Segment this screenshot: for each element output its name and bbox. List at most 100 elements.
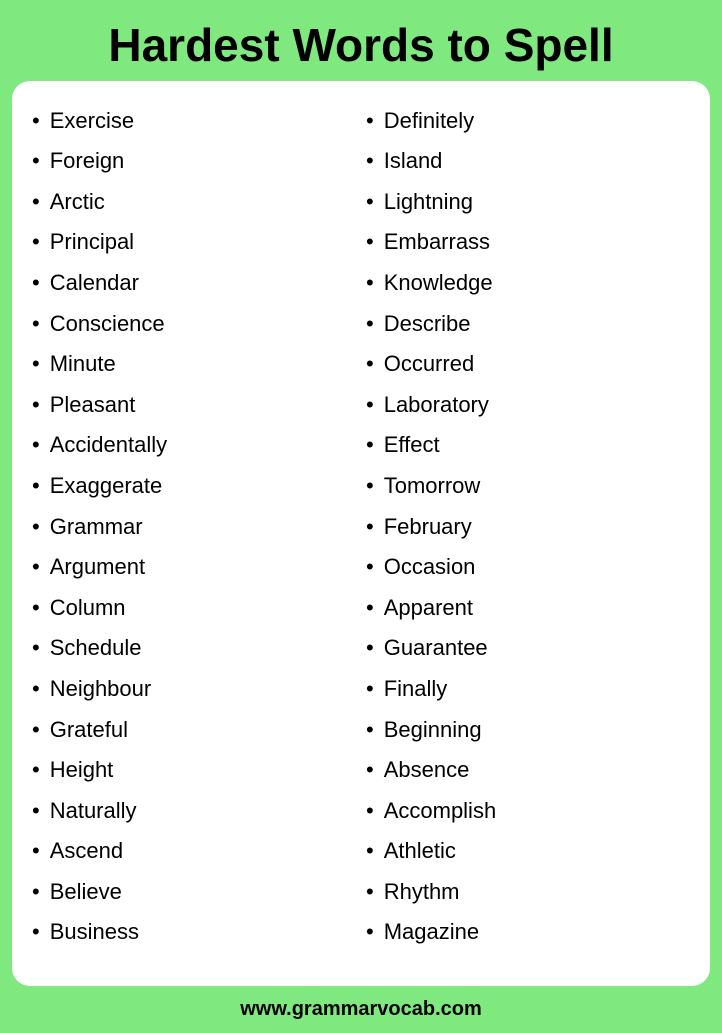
word-text: Schedule bbox=[50, 634, 142, 663]
bullet-icon: • bbox=[32, 431, 40, 460]
word-text: Pleasant bbox=[50, 391, 136, 420]
bullet-icon: • bbox=[366, 594, 374, 623]
page-header: Hardest Words to Spell bbox=[0, 0, 722, 81]
word-text: Calendar bbox=[50, 269, 139, 298]
list-item: •Grammar bbox=[32, 507, 356, 548]
list-item: • Describe bbox=[366, 304, 690, 345]
list-item: • Beginning bbox=[366, 710, 690, 751]
word-text: Believe bbox=[50, 878, 122, 907]
word-text: Island bbox=[384, 147, 443, 176]
list-item: •Lightning bbox=[366, 182, 690, 223]
word-text: Guarantee bbox=[384, 634, 488, 663]
word-text: February bbox=[384, 513, 472, 542]
word-text: Exercise bbox=[50, 107, 134, 136]
list-item: •Accomplish bbox=[366, 791, 690, 832]
bullet-icon: • bbox=[366, 431, 374, 460]
word-text: Grammar bbox=[50, 513, 143, 542]
word-text: Effect bbox=[384, 431, 440, 460]
list-item: • Ascend bbox=[32, 831, 356, 872]
page-footer: www.grammarvocab.com bbox=[0, 986, 722, 1033]
bullet-icon: • bbox=[366, 553, 374, 582]
bullet-icon: • bbox=[32, 634, 40, 663]
word-text: Neighbour bbox=[50, 675, 152, 704]
bullet-icon: • bbox=[32, 147, 40, 176]
bullet-icon: • bbox=[366, 918, 374, 947]
list-item: • Naturally bbox=[32, 791, 356, 832]
list-item: •Exaggerate bbox=[32, 466, 356, 507]
list-item: • Accidentally bbox=[32, 425, 356, 466]
word-text: Column bbox=[50, 594, 126, 623]
bullet-icon: • bbox=[32, 837, 40, 866]
word-text: Knowledge bbox=[384, 269, 493, 298]
bullet-icon: • bbox=[366, 716, 374, 745]
word-text: Absence bbox=[384, 756, 470, 785]
content-area: •Exercise•Foreign•Arctic•Principal•Calen… bbox=[12, 81, 710, 986]
list-item: •Conscience bbox=[32, 304, 356, 345]
word-text: Conscience bbox=[50, 310, 165, 339]
word-text: Describe bbox=[384, 310, 471, 339]
left-column: •Exercise•Foreign•Arctic•Principal•Calen… bbox=[32, 101, 356, 966]
list-item: •Laboratory bbox=[366, 385, 690, 426]
list-item: • Absence bbox=[366, 750, 690, 791]
word-text: Grateful bbox=[50, 716, 128, 745]
word-text: Finally bbox=[384, 675, 448, 704]
list-item: •Athletic bbox=[366, 831, 690, 872]
bullet-icon: • bbox=[366, 837, 374, 866]
list-item: •Believe bbox=[32, 872, 356, 913]
word-text: Naturally bbox=[50, 797, 137, 826]
bullet-icon: • bbox=[32, 107, 40, 136]
bullet-icon: • bbox=[366, 147, 374, 176]
word-text: Beginning bbox=[384, 716, 482, 745]
list-item: •Guarantee bbox=[366, 628, 690, 669]
bullet-icon: • bbox=[366, 756, 374, 785]
word-text: Argument bbox=[50, 553, 145, 582]
bullet-icon: • bbox=[32, 675, 40, 704]
word-text: Occurred bbox=[384, 350, 474, 379]
bullet-icon: • bbox=[32, 472, 40, 501]
word-text: Arctic bbox=[50, 188, 105, 217]
list-item: • Arctic bbox=[32, 182, 356, 223]
bullet-icon: • bbox=[32, 188, 40, 217]
word-text: Ascend bbox=[50, 837, 123, 866]
word-text: Accomplish bbox=[384, 797, 496, 826]
bullet-icon: • bbox=[366, 310, 374, 339]
bullet-icon: • bbox=[32, 594, 40, 623]
list-item: •Principal bbox=[32, 222, 356, 263]
bullet-icon: • bbox=[32, 797, 40, 826]
list-item: • Column bbox=[32, 588, 356, 629]
bullet-icon: • bbox=[366, 269, 374, 298]
list-item: • Effect bbox=[366, 425, 690, 466]
word-text: Embarrass bbox=[384, 228, 490, 257]
page-title: Hardest Words to Spell bbox=[20, 20, 702, 71]
list-item: • Knowledge bbox=[366, 263, 690, 304]
bullet-icon: • bbox=[32, 918, 40, 947]
list-item: • February bbox=[366, 507, 690, 548]
word-text: Laboratory bbox=[384, 391, 489, 420]
bullet-icon: • bbox=[366, 675, 374, 704]
word-text: Principal bbox=[50, 228, 134, 257]
list-item: •Embarrass bbox=[366, 222, 690, 263]
list-item: • Exercise bbox=[32, 101, 356, 142]
bullet-icon: • bbox=[366, 188, 374, 217]
list-item: • Minute bbox=[32, 344, 356, 385]
list-item: •Rhythm bbox=[366, 872, 690, 913]
list-item: •Business bbox=[32, 912, 356, 953]
right-column: •Definitely•Island•Lightning•Embarrass•K… bbox=[366, 101, 690, 966]
bullet-icon: • bbox=[366, 472, 374, 501]
list-item: • Schedule bbox=[32, 628, 356, 669]
list-item: •Argument bbox=[32, 547, 356, 588]
word-text: Magazine bbox=[384, 918, 479, 947]
list-item: •Height bbox=[32, 750, 356, 791]
bullet-icon: • bbox=[366, 107, 374, 136]
bullet-icon: • bbox=[32, 350, 40, 379]
bullet-icon: • bbox=[32, 716, 40, 745]
bullet-icon: • bbox=[366, 513, 374, 542]
word-text: Foreign bbox=[50, 147, 125, 176]
word-text: Minute bbox=[50, 350, 116, 379]
word-text: Accidentally bbox=[50, 431, 167, 460]
list-item: • Neighbour bbox=[32, 669, 356, 710]
list-item: •Pleasant bbox=[32, 385, 356, 426]
bullet-icon: • bbox=[366, 878, 374, 907]
word-text: Height bbox=[50, 756, 114, 785]
bullet-icon: • bbox=[32, 269, 40, 298]
